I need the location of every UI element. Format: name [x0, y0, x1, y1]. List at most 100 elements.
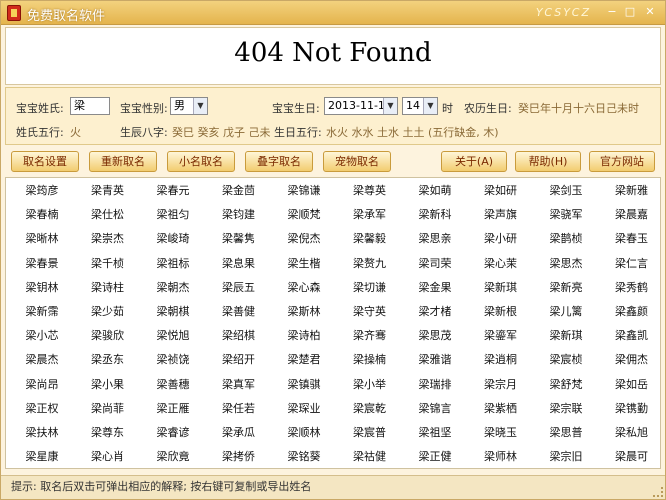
official-site-button[interactable]: 官方网站 — [589, 151, 655, 172]
name-cell[interactable]: 梁私旭 — [600, 421, 664, 445]
name-cell[interactable]: 梁如萌 — [403, 179, 467, 203]
name-cell[interactable]: 梁新琪 — [469, 276, 533, 300]
about-button[interactable]: 关于(A) — [441, 151, 507, 172]
name-cell[interactable]: 梁小研 — [469, 227, 533, 251]
name-cell[interactable]: 梁承瓜 — [207, 421, 271, 445]
name-cell[interactable]: 梁声旗 — [469, 203, 533, 227]
name-cell[interactable]: 梁鎏军 — [469, 324, 533, 348]
name-cell[interactable]: 梁思杰 — [534, 252, 598, 276]
minimize-icon[interactable]: − — [605, 5, 619, 19]
name-cell[interactable]: 梁秀鹤 — [600, 276, 664, 300]
name-cell[interactable]: 梁善穗 — [141, 373, 205, 397]
name-cell[interactable]: 梁思茂 — [403, 324, 467, 348]
double-char-name-button[interactable]: 叠字取名 — [245, 151, 313, 172]
name-cell[interactable]: 梁祖坚 — [403, 421, 467, 445]
chevron-down-icon[interactable]: ▼ — [423, 98, 437, 114]
name-cell[interactable]: 梁小芯 — [10, 324, 74, 348]
name-cell[interactable]: 梁逍桐 — [469, 348, 533, 372]
name-cell[interactable]: 梁鑫颜 — [600, 300, 664, 324]
name-cell[interactable]: 梁晰林 — [10, 227, 74, 251]
name-cell[interactable]: 梁春景 — [10, 252, 74, 276]
name-cell[interactable]: 梁宗月 — [469, 373, 533, 397]
name-cell[interactable]: 梁新根 — [469, 300, 533, 324]
name-cell[interactable]: 梁晨可 — [600, 445, 664, 469]
name-cell[interactable]: 梁馨隽 — [207, 227, 271, 251]
name-cell[interactable]: 梁锦言 — [403, 397, 467, 421]
name-cell[interactable]: 梁正健 — [403, 445, 467, 469]
name-cell[interactable]: 梁斯林 — [272, 300, 336, 324]
name-cell[interactable]: 梁楚君 — [272, 348, 336, 372]
pet-name-button[interactable]: 宠物取名 — [323, 151, 391, 172]
name-cell[interactable]: 梁尚昂 — [10, 373, 74, 397]
name-cell[interactable]: 梁铭葵 — [272, 445, 336, 469]
name-cell[interactable]: 梁顺林 — [272, 421, 336, 445]
name-cell[interactable]: 梁倪杰 — [272, 227, 336, 251]
name-cell[interactable]: 梁司荣 — [403, 252, 467, 276]
name-cell[interactable]: 梁如岳 — [600, 373, 664, 397]
nickname-button[interactable]: 小名取名 — [167, 151, 235, 172]
name-cell[interactable]: 梁朝杰 — [141, 276, 205, 300]
chevron-down-icon[interactable]: ▼ — [193, 98, 207, 114]
name-cell[interactable]: 梁镇骐 — [272, 373, 336, 397]
name-cell[interactable]: 梁祯饶 — [141, 348, 205, 372]
close-icon[interactable]: ✕ — [643, 5, 657, 19]
name-cell[interactable]: 梁顺梵 — [272, 203, 336, 227]
name-cell[interactable]: 梁绍开 — [207, 348, 271, 372]
name-cell[interactable]: 梁宸乾 — [338, 397, 402, 421]
name-cell[interactable]: 梁正雁 — [141, 397, 205, 421]
name-cell[interactable]: 梁欣竟 — [141, 445, 205, 469]
name-cell[interactable]: 梁金茴 — [207, 179, 271, 203]
name-cell[interactable]: 梁晨嘉 — [600, 203, 664, 227]
name-cell[interactable]: 梁镌勤 — [600, 397, 664, 421]
name-cell[interactable]: 梁新霈 — [10, 300, 74, 324]
name-cell[interactable]: 梁尊东 — [76, 421, 140, 445]
name-cell[interactable]: 梁新科 — [403, 203, 467, 227]
name-cell[interactable]: 梁新亮 — [534, 276, 598, 300]
name-cell[interactable]: 梁馨毅 — [338, 227, 402, 251]
naming-settings-button[interactable]: 取名设置 — [11, 151, 79, 172]
name-cell[interactable]: 梁承军 — [338, 203, 402, 227]
name-cell[interactable]: 梁丞东 — [76, 348, 140, 372]
name-cell[interactable]: 梁诗柏 — [272, 324, 336, 348]
name-cell[interactable]: 梁鑫凯 — [600, 324, 664, 348]
name-cell[interactable]: 梁尊英 — [338, 179, 402, 203]
name-cell[interactable]: 梁仁言 — [600, 252, 664, 276]
name-cell[interactable]: 梁切谦 — [338, 276, 402, 300]
name-cell[interactable]: 梁正权 — [10, 397, 74, 421]
name-cell[interactable]: 梁朝棋 — [141, 300, 205, 324]
name-cell[interactable]: 梁鹊桢 — [534, 227, 598, 251]
name-cell[interactable]: 梁生楷 — [272, 252, 336, 276]
name-cell[interactable]: 梁新琪 — [534, 324, 598, 348]
name-cell[interactable]: 梁真军 — [207, 373, 271, 397]
name-cell[interactable]: 梁宸普 — [338, 421, 402, 445]
name-cell[interactable]: 梁春楠 — [10, 203, 74, 227]
name-cell[interactable]: 梁赘九 — [338, 252, 402, 276]
name-cell[interactable]: 梁儿篱 — [534, 300, 598, 324]
gender-select[interactable]: 男 ▼ — [170, 97, 208, 115]
name-cell[interactable]: 梁尚菲 — [76, 397, 140, 421]
name-cell[interactable]: 梁守英 — [338, 300, 402, 324]
name-cell[interactable]: 梁宸桢 — [534, 348, 598, 372]
name-cell[interactable]: 梁星康 — [10, 445, 74, 469]
name-cell[interactable]: 梁辰五 — [207, 276, 271, 300]
name-cell[interactable]: 梁师林 — [469, 445, 533, 469]
name-cell[interactable]: 梁如研 — [469, 179, 533, 203]
hour-select[interactable]: 14 ▼ — [402, 97, 438, 115]
name-cell[interactable]: 梁少茹 — [76, 300, 140, 324]
name-cell[interactable]: 梁晓玉 — [469, 421, 533, 445]
chevron-down-icon[interactable]: ▼ — [383, 98, 397, 114]
name-cell[interactable]: 梁宗旧 — [534, 445, 598, 469]
name-cell[interactable]: 梁扶林 — [10, 421, 74, 445]
name-cell[interactable]: 梁任若 — [207, 397, 271, 421]
name-cell[interactable]: 梁钥林 — [10, 276, 74, 300]
name-cell[interactable]: 梁筠彦 — [10, 179, 74, 203]
name-cell[interactable]: 梁青英 — [76, 179, 140, 203]
name-cell[interactable]: 梁思普 — [534, 421, 598, 445]
name-cell[interactable]: 梁新雅 — [600, 179, 664, 203]
name-cell[interactable]: 梁骏欣 — [76, 324, 140, 348]
help-button[interactable]: 帮助(H) — [515, 151, 581, 172]
name-cell[interactable]: 梁善健 — [207, 300, 271, 324]
resize-grip-icon[interactable] — [653, 487, 663, 497]
name-cell[interactable]: 梁心肖 — [76, 445, 140, 469]
name-cell[interactable]: 梁晨杰 — [10, 348, 74, 372]
